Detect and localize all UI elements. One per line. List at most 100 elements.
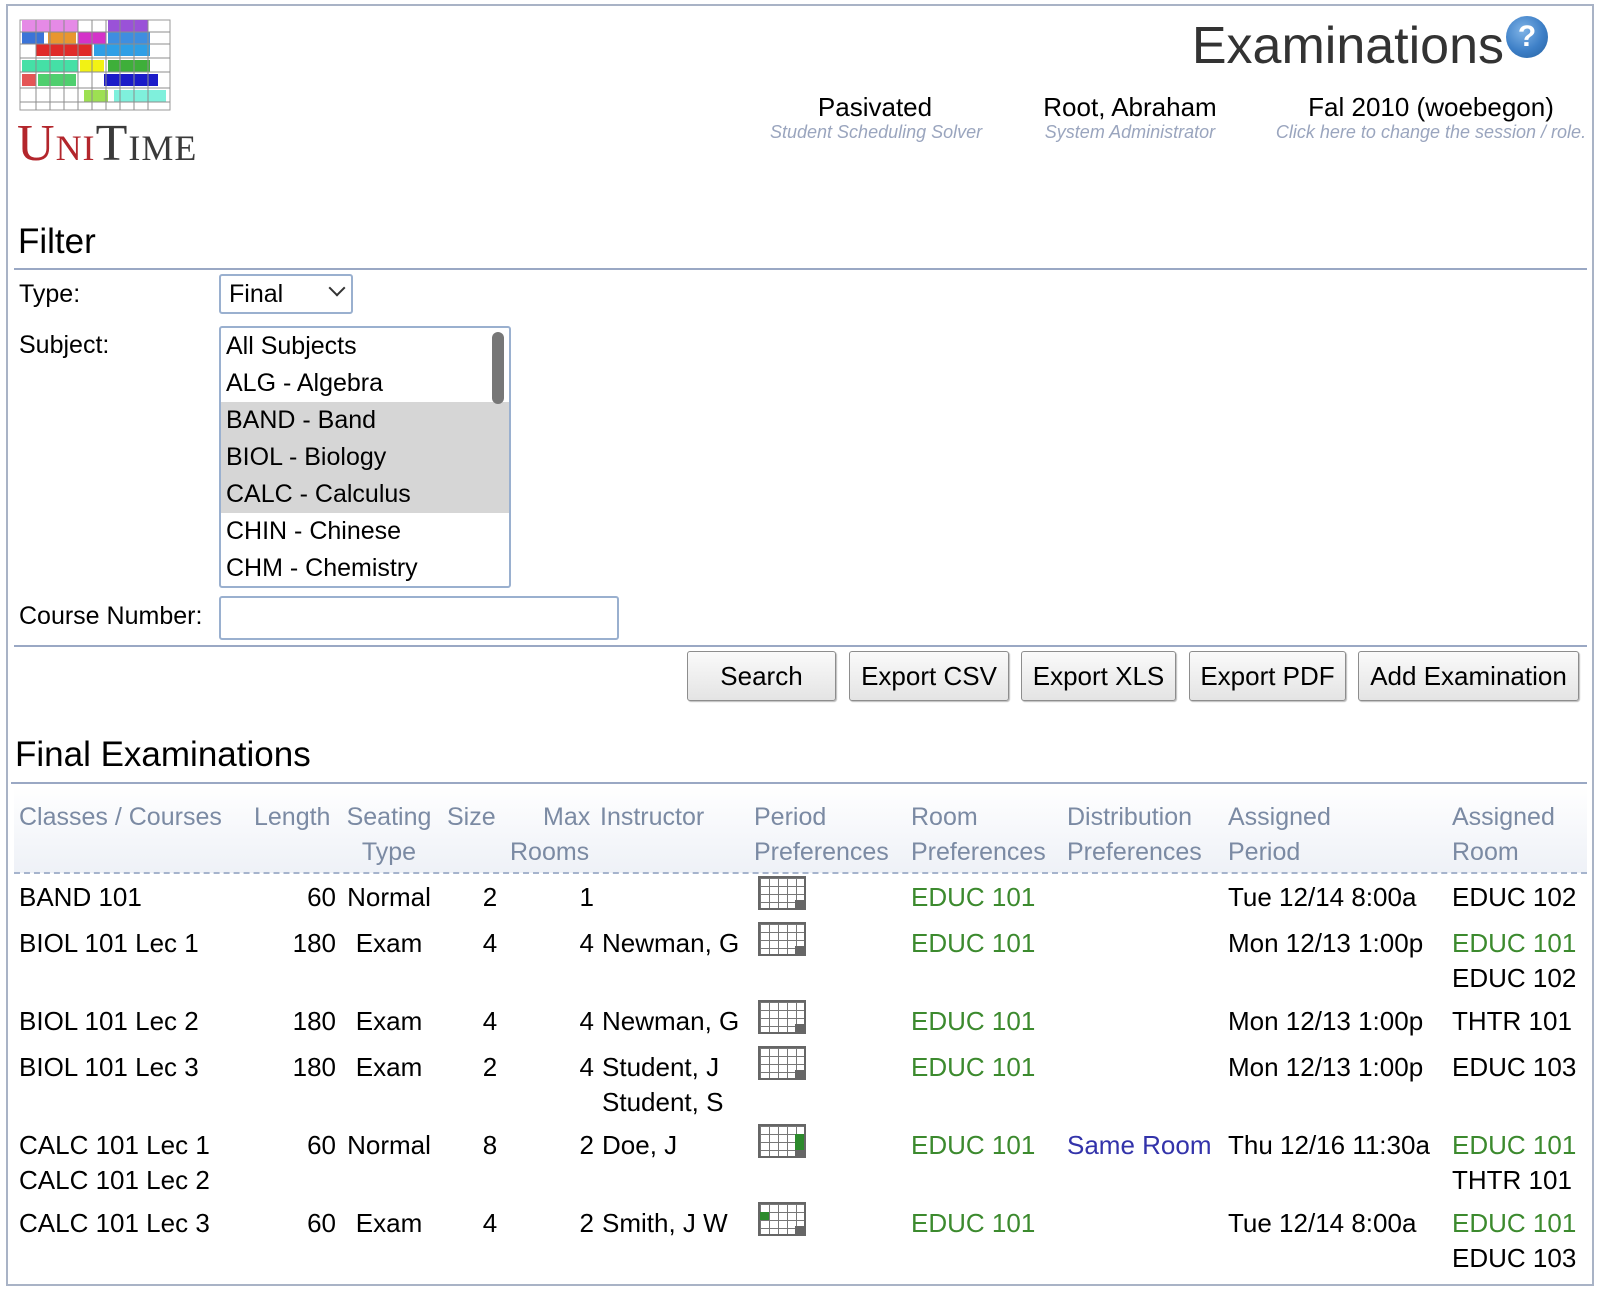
subject-listbox[interactable]: All Subjects ALG - Algebra BAND - Band B… [219, 326, 511, 588]
period-preferences-grid-icon[interactable] [758, 876, 806, 910]
max-rooms: 4 [579, 1006, 594, 1036]
subject-option[interactable]: BIOL - Biology [221, 439, 509, 476]
results-divider [11, 782, 1587, 784]
class-name: BIOL 101 Lec 1 [19, 928, 199, 958]
class-name: BAND 101 [19, 882, 142, 912]
period-cell [795, 1070, 804, 1078]
user-role: System Administrator [1044, 122, 1216, 142]
period-cell [795, 1226, 804, 1234]
col-dist-pref-2: Preferences [1067, 838, 1202, 866]
user-name: Root, Abraham [1043, 92, 1217, 122]
assigned-period: Mon 12/13 1:00p [1228, 1006, 1424, 1036]
unitime-logo[interactable] [18, 16, 173, 116]
assigned-period: Mon 12/13 1:00p [1228, 928, 1424, 958]
assigned-period: Tue 12/14 8:00a [1228, 1208, 1417, 1238]
exam-length: 180 [292, 1006, 336, 1036]
subject-option[interactable]: BAND - Band [221, 402, 509, 439]
period-preferences-grid-icon[interactable] [758, 1124, 806, 1158]
col-seating[interactable]: Seating [344, 800, 434, 835]
col-room-pref[interactable]: Room [911, 800, 978, 835]
col-max-rooms[interactable]: Max [543, 800, 590, 835]
assigned-room: EDUC 102 [1452, 882, 1577, 912]
assigned-room: EDUC 103 [1452, 1243, 1577, 1273]
export-xls-button[interactable]: Export XLS [1021, 651, 1176, 701]
assigned-room: EDUC 103 [1452, 1052, 1577, 1082]
seating-type: Exam [355, 1052, 423, 1082]
col-max-rooms-2: Rooms [510, 838, 590, 866]
col-dist-pref[interactable]: Distribution [1067, 800, 1192, 835]
room-preference: EDUC 101 [911, 928, 1036, 958]
exam-size: 4 [482, 1006, 498, 1036]
subject-option[interactable]: CHM - Chemistry [221, 550, 509, 586]
chevron-down-icon [328, 279, 346, 297]
exam-size: 2 [482, 1052, 498, 1082]
col-size[interactable]: Size [447, 800, 496, 835]
assigned-period: Tue 12/14 8:00a [1228, 882, 1417, 912]
subject-option[interactable]: CALC - Calculus [221, 476, 509, 513]
class-name: BIOL 101 Lec 2 [19, 1006, 199, 1036]
col-assigned-room[interactable]: Assigned [1452, 800, 1555, 835]
instructor-name: Newman, G [602, 1006, 740, 1036]
help-icon[interactable]: ? [1506, 16, 1548, 58]
type-select[interactable]: Final [219, 274, 353, 314]
col-assigned-period-2: Period [1228, 838, 1301, 866]
user-info[interactable]: Root, Abraham System Administrator [1030, 92, 1230, 142]
export-csv-button[interactable]: Export CSV [849, 651, 1009, 701]
unitime-wordmark: UNITIME [17, 115, 198, 172]
solver-status[interactable]: Pasivated Student Scheduling Solver [770, 92, 982, 142]
listbox-scrollbar[interactable] [492, 332, 504, 404]
room-preference: EDUC 101 [911, 1208, 1036, 1238]
exam-length: 180 [292, 928, 336, 958]
col-period-pref[interactable]: Period [754, 800, 826, 835]
exam-size: 4 [482, 928, 498, 958]
search-button[interactable]: Search [687, 651, 836, 701]
type-label: Type: [19, 280, 81, 308]
col-length[interactable]: Length [254, 800, 330, 835]
assigned-room: EDUC 101 [1452, 1208, 1577, 1238]
col-seating-2: Type [361, 838, 417, 866]
distribution-preference[interactable]: Same Room [1067, 1128, 1212, 1163]
exam-length: 180 [292, 1052, 336, 1082]
period-cell [795, 1024, 804, 1032]
max-rooms: 1 [579, 882, 594, 912]
period-preferences-grid-icon[interactable] [758, 1202, 806, 1236]
assigned-room: THTR 101 [1452, 1165, 1572, 1195]
seating-type: Normal [347, 882, 431, 912]
exam-size: 8 [482, 1130, 498, 1160]
subject-option[interactable]: CHIN - Chinese [221, 513, 509, 550]
class-name: CALC 101 Lec 1 [19, 1130, 210, 1160]
period-preferences-grid-icon[interactable] [758, 922, 806, 956]
class-name: CALC 101 Lec 2 [19, 1165, 210, 1195]
instructor-name: Newman, G [602, 928, 740, 958]
room-preference: EDUC 101 [911, 1052, 1036, 1082]
session-selector[interactable]: Fal 2010 (woebegon) Click here to change… [1273, 92, 1589, 142]
instructor-name: Student, J [602, 1052, 720, 1082]
class-name: BIOL 101 Lec 3 [19, 1052, 199, 1082]
col-assigned-period[interactable]: Assigned [1228, 800, 1331, 835]
subject-option[interactable]: ALG - Algebra [221, 365, 509, 402]
col-classes[interactable]: Classes / Courses [19, 800, 222, 835]
exam-size: 4 [482, 1208, 498, 1238]
period-preferences-grid-icon[interactable] [758, 1046, 806, 1080]
preferred-period-mark [760, 1212, 769, 1220]
exam-size: 2 [482, 882, 498, 912]
seating-type: Exam [355, 928, 423, 958]
room-preference: EDUC 101 [911, 1130, 1036, 1160]
room-preference: EDUC 101 [911, 882, 1036, 912]
assigned-period: Mon 12/13 1:00p [1228, 1052, 1424, 1082]
session-hint: Click here to change the session / role. [1275, 122, 1587, 142]
course-number-input[interactable] [219, 596, 619, 640]
col-room-pref-2: Preferences [911, 838, 1046, 866]
filter-title: Filter [18, 222, 96, 261]
exam-length: 60 [307, 882, 336, 912]
col-assigned-room-2: Room [1452, 838, 1519, 866]
assigned-period: Thu 12/16 11:30a [1228, 1130, 1430, 1160]
results-title: Final Examinations [15, 735, 311, 774]
col-instructor[interactable]: Instructor [600, 800, 704, 835]
export-pdf-button[interactable]: Export PDF [1189, 651, 1346, 701]
period-cell [795, 900, 804, 908]
period-preferences-grid-icon[interactable] [758, 1000, 806, 1034]
subject-option[interactable]: All Subjects [221, 328, 509, 365]
assigned-room: EDUC 102 [1452, 963, 1577, 993]
add-examination-button[interactable]: Add Examination [1358, 651, 1579, 701]
